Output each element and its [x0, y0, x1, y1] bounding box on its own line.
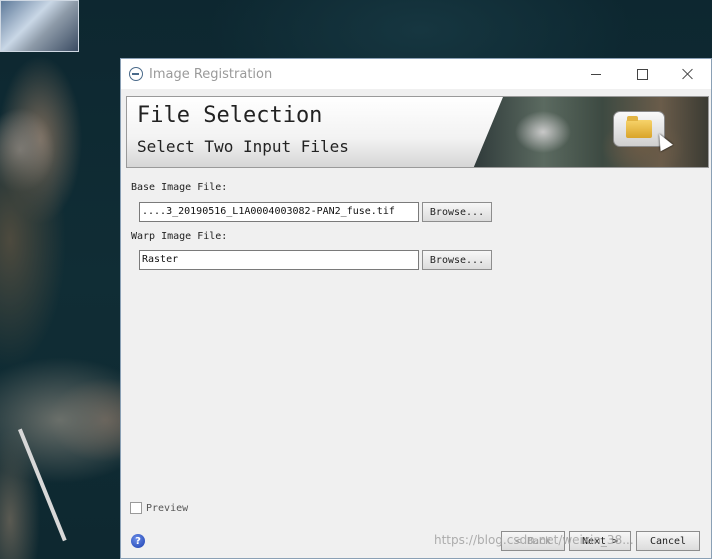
base-image-field[interactable]: ....3_20190516_L1A0004003082-PAN2_fuse.t… [139, 202, 419, 222]
warp-image-field[interactable]: Raster [139, 250, 419, 270]
title-bar: Image Registration [121, 59, 711, 89]
window-title: Image Registration [149, 66, 273, 82]
overview-thumbnail [0, 0, 79, 52]
minimize-button[interactable] [573, 59, 619, 89]
preview-label: Preview [146, 503, 189, 514]
app-icon [129, 67, 143, 81]
maximize-icon [636, 68, 648, 80]
banner-satellite-image [473, 97, 708, 167]
satellite-land [0, 0, 120, 559]
close-icon [682, 68, 694, 80]
cancel-button[interactable]: Cancel [636, 531, 700, 551]
maximize-button[interactable] [619, 59, 665, 89]
minimize-icon [591, 73, 601, 75]
base-browse-button[interactable]: Browse... [422, 202, 492, 222]
banner-title: File Selection [137, 103, 323, 128]
help-icon[interactable]: ? [131, 534, 145, 548]
preview-checkbox[interactable] [130, 502, 142, 514]
warp-browse-button[interactable]: Browse... [422, 250, 492, 270]
wizard-banner: File Selection Select Two Input Files [126, 96, 709, 168]
close-button[interactable] [665, 59, 711, 89]
base-image-label: Base Image File: [131, 182, 228, 193]
image-registration-dialog: Image Registration File Selection Select… [120, 58, 712, 559]
folder-shape [626, 116, 652, 138]
warp-image-label: Warp Image File: [131, 231, 228, 242]
watermark-text: https://blog.csdn.net/weixin_38... [434, 533, 634, 547]
banner-subtitle: Select Two Input Files [137, 137, 349, 156]
